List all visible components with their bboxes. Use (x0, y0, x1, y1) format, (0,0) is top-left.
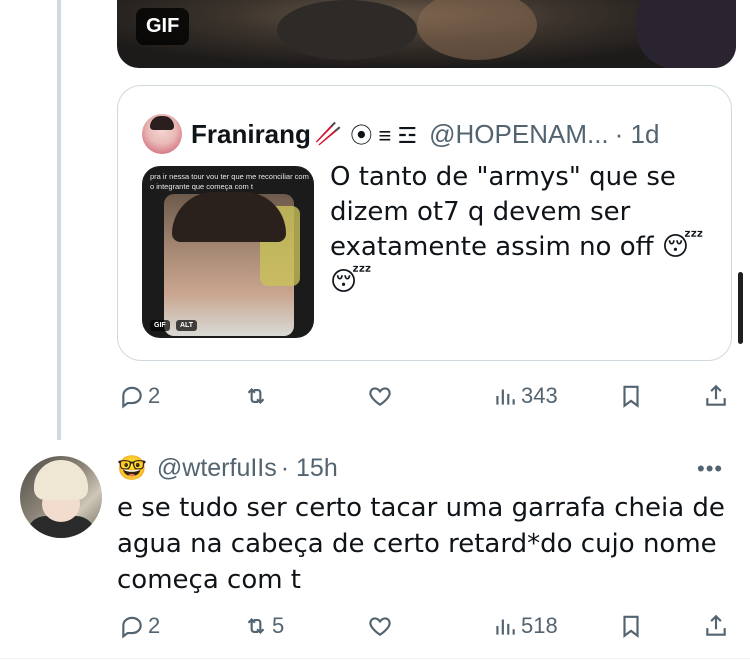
tweet-text: e se tudo ser certo tacar uma garrafa ch… (117, 493, 725, 595)
divider (0, 658, 750, 659)
thumbnail-caption: pra ir nessa tour vou ter que me reconci… (150, 172, 309, 191)
quoted-tweet-text: O tanto de "armys" que se dizem ot7 q de… (330, 162, 704, 297)
reply-icon (122, 386, 142, 409)
name-symbols: ⦿ ≡ ☲ (350, 123, 418, 148)
views-icon (496, 389, 515, 405)
bookmark-icon (623, 385, 639, 408)
quoted-user-handle[interactable]: @HOPENAM... (429, 119, 609, 150)
thumbnail-hair (172, 192, 286, 242)
user-handle[interactable]: @wterfuIIs (157, 454, 277, 483)
thumbnail-gif-tag: GIF (150, 320, 170, 331)
retweet-icon (247, 387, 265, 405)
bookmark-button[interactable] (618, 609, 644, 643)
media-shape (277, 0, 417, 60)
share-button[interactable] (703, 609, 729, 643)
like-button[interactable] (367, 379, 393, 413)
reply-button[interactable]: 2 (119, 609, 160, 643)
views-icon (496, 619, 515, 635)
heart-icon (369, 387, 391, 406)
scrollbar-thumb[interactable] (738, 272, 743, 344)
reply-button[interactable]: 2 (119, 379, 160, 413)
nerd-face-emoji: 🤓 (117, 454, 147, 482)
retweet-button[interactable] (243, 379, 272, 413)
thumbnail-alt-tag[interactable]: ALT (176, 320, 198, 331)
quoted-user-name[interactable]: Franirang (191, 119, 311, 150)
bookmark-button[interactable] (618, 379, 644, 413)
tweet-header: 🤓 @wterfuIIs · 15h (117, 450, 338, 486)
media-shape (417, 0, 537, 60)
reply-count: 2 (148, 383, 161, 408)
thread-connector-line (57, 0, 61, 440)
share-icon (706, 614, 726, 636)
share-icon (706, 384, 726, 406)
views-button[interactable]: 343 (492, 379, 558, 413)
retweet-button[interactable]: 5 (243, 609, 284, 643)
like-button[interactable] (367, 609, 393, 643)
quoted-gif-thumbnail[interactable]: pra ir nessa tour vou ter que me reconci… (142, 166, 314, 338)
quote-tweet-action-bar: 2 343 (117, 379, 737, 413)
bookmark-icon (623, 615, 639, 638)
media-shape (637, 0, 736, 68)
gif-media[interactable]: GIF (117, 0, 736, 68)
reply-count: 2 (148, 613, 161, 638)
user-avatar[interactable] (20, 456, 102, 538)
views-count: 343 (521, 383, 558, 408)
quoted-user-avatar[interactable] (142, 114, 182, 154)
retweet-count: 5 (272, 613, 285, 638)
share-button[interactable] (703, 379, 729, 413)
tweet-action-bar: 2 5 518 (117, 609, 737, 643)
views-button[interactable]: 518 (492, 609, 558, 643)
views-count: 518 (521, 613, 558, 638)
quoted-tweet-time[interactable]: · 1d (615, 119, 660, 150)
more-options-icon[interactable]: ••• (697, 456, 723, 482)
gif-badge: GIF (136, 8, 190, 45)
chopsticks-emoji: 🥢 (314, 121, 343, 146)
tweet-time[interactable]: · 15h (281, 454, 338, 483)
heart-icon (369, 617, 391, 636)
quoted-tweet-card[interactable]: Franirang 🥢 ⦿ ≡ ☲ @HOPENAM... · 1d pra i… (117, 85, 732, 361)
quoted-tweet-header: Franirang 🥢 ⦿ ≡ ☲ @HOPENAM... · 1d (142, 114, 659, 154)
reply-icon (122, 616, 142, 639)
avatar-shape (34, 460, 88, 500)
retweet-icon (247, 617, 265, 635)
